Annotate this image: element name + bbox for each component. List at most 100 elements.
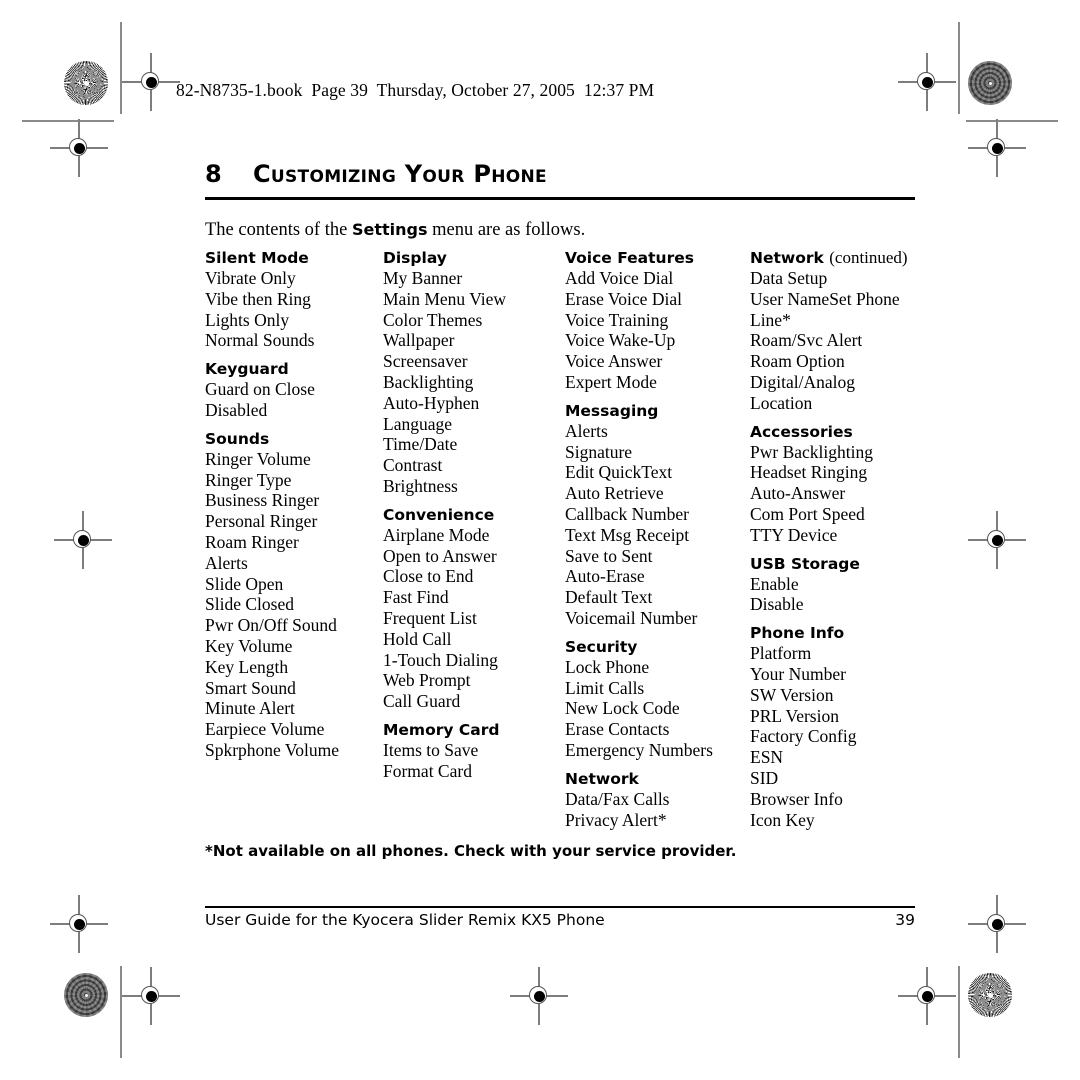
menu-group: Sounds Ringer Volume Ringer Type Business R… bbox=[205, 429, 380, 761]
menu-item: 1-Touch Dialing bbox=[383, 649, 498, 670]
menu-item: Auto Retrieve bbox=[565, 483, 664, 504]
menu-item: Smart Sound bbox=[205, 677, 296, 698]
menu-item: Web Prompt bbox=[383, 670, 471, 691]
menu-item: Data Setup bbox=[750, 268, 828, 288]
menu-item: Enable bbox=[750, 573, 799, 594]
menu-item: Ringer Type bbox=[205, 469, 292, 490]
menu-group-heading: Silent Mode bbox=[205, 249, 309, 267]
menu-group: Memory Card Items to Save Format Card bbox=[383, 720, 563, 782]
menu-item: Pwr On/Off Sound bbox=[205, 615, 337, 636]
menu-item: Privacy Alert* bbox=[565, 809, 667, 830]
menu-item: Factory Config bbox=[750, 726, 857, 747]
menu-group: USB Storage Enable Disable bbox=[750, 554, 935, 616]
menu-item: Your Number bbox=[750, 663, 846, 684]
menu-item: Lights Only bbox=[205, 309, 290, 330]
menu-item: Save to Sent bbox=[565, 545, 653, 566]
menu-group: Security Lock Phone Limit Calls New Lock Co… bbox=[565, 637, 750, 761]
menu-group-heading: Security bbox=[565, 637, 638, 656]
menu-item: TTY Device bbox=[750, 524, 838, 545]
menu-group: Convenience Airplane Mode Open to Answer Cl… bbox=[383, 505, 563, 712]
menu-item: Voice Training bbox=[565, 309, 669, 330]
menu-item: Erase Contacts bbox=[565, 719, 670, 740]
menu-item: Add Voice Dial bbox=[565, 268, 674, 288]
menu-group: Display My Banner Main Menu View Color Them… bbox=[383, 248, 563, 497]
menu-item: New Lock Code bbox=[565, 698, 680, 719]
menu-group: Accessories Pwr Backlighting Headset Ringi… bbox=[750, 422, 935, 546]
menu-item: Airplane Mode bbox=[383, 524, 490, 545]
menu-item: Language bbox=[383, 413, 452, 434]
menu-item: Digital/Analog bbox=[750, 371, 855, 392]
menu-item: Disable bbox=[750, 594, 804, 615]
menu-item: Voice Wake-Up bbox=[565, 330, 676, 351]
menu-item: Wallpaper bbox=[383, 330, 455, 351]
menu-item: Frequent List bbox=[383, 607, 477, 628]
menu-item: Disabled bbox=[205, 399, 268, 420]
menu-item: Line* bbox=[750, 309, 791, 330]
menu-item: Brightness bbox=[383, 475, 458, 496]
menu-item: Expert Mode bbox=[565, 371, 657, 392]
intro-paragraph: The contents of the Settings menu are as… bbox=[205, 220, 585, 241]
menu-group: Phone Info Platform Your Number SW Version P… bbox=[750, 623, 935, 830]
menu-item: Callback Number bbox=[565, 503, 689, 524]
menu-item: Guard on Close bbox=[205, 379, 315, 400]
menu-item: Signature bbox=[565, 441, 633, 462]
menu-item: Contrast bbox=[383, 455, 443, 476]
intro-bold-settings: Settings bbox=[351, 220, 428, 239]
menu-item: Text Msg Receipt bbox=[565, 524, 690, 545]
menu-item: Normal Sounds bbox=[205, 330, 315, 351]
menu-item: Browser Info bbox=[750, 788, 843, 809]
menu-item: Headset Ringing bbox=[750, 462, 868, 483]
chapter-heading: 8 Customizing Your Phone bbox=[205, 160, 915, 188]
menu-item: Com Port Speed bbox=[750, 503, 865, 524]
menu-group-heading-main: Network bbox=[750, 249, 824, 267]
menu-item: Edit QuickText bbox=[565, 462, 673, 483]
chapter-number: 8 bbox=[205, 160, 222, 188]
menu-item: Default Text bbox=[565, 587, 653, 608]
footer-rule bbox=[205, 906, 915, 908]
menu-group-heading: Display bbox=[383, 249, 447, 267]
menu-item: Items to Save bbox=[383, 739, 479, 760]
menu-item: Spkrphone Volume bbox=[205, 739, 340, 760]
menu-item: Location bbox=[750, 392, 813, 413]
menu-item: Key Length bbox=[205, 656, 289, 677]
menu-item: Slide Closed bbox=[205, 594, 294, 615]
menu-item: Minute Alert bbox=[205, 698, 295, 719]
menu-item: Backlighting bbox=[383, 371, 474, 392]
menu-column-3: Voice Features Add Voice Dial Erase Voice … bbox=[565, 248, 750, 830]
menu-item: Auto-Answer bbox=[750, 483, 846, 504]
menu-item: My Banner bbox=[383, 268, 463, 288]
menu-group-heading: USB Storage bbox=[750, 554, 860, 573]
menu-item: Earpiece Volume bbox=[205, 719, 325, 740]
menu-item: Fast Find bbox=[383, 587, 449, 608]
menu-item: Pwr Backlighting bbox=[750, 441, 873, 462]
menu-group-heading: Memory Card bbox=[383, 720, 500, 739]
menu-group-heading: Keyguard bbox=[205, 360, 289, 379]
footer-title: User Guide for the Kyocera Slider Remix … bbox=[205, 911, 605, 929]
menu-item: Vibrate Only bbox=[205, 268, 296, 288]
menu-item: Call Guard bbox=[383, 691, 461, 712]
menu-item: Hold Call bbox=[383, 628, 452, 649]
menu-group: Silent Mode Vibrate Only Vibe then Ring Lig… bbox=[205, 248, 380, 351]
menu-group-heading: Phone Info bbox=[750, 624, 845, 643]
menu-item: Alerts bbox=[565, 420, 608, 441]
title-rule bbox=[205, 197, 915, 200]
intro-after: menu are as follows. bbox=[427, 220, 586, 240]
menu-item: Icon Key bbox=[750, 809, 815, 830]
menu-item: User NameSet Phone bbox=[750, 288, 900, 309]
menu-group: Keyguard Guard on Close Disabled bbox=[205, 359, 380, 421]
print-header-text: 82-N8735-1.book Page 39 Thursday, Octobe… bbox=[176, 80, 655, 100]
menu-item: Key Volume bbox=[205, 635, 293, 656]
menu-item: Screensaver bbox=[383, 351, 468, 372]
menu-item: Data/Fax Calls bbox=[565, 788, 670, 809]
menu-item: Roam Option bbox=[750, 351, 845, 372]
menu-group-heading: Messaging bbox=[565, 401, 659, 420]
footer-page-number: 39 bbox=[895, 911, 915, 929]
menu-item: Lock Phone bbox=[565, 656, 650, 677]
menu-item: Time/Date bbox=[383, 434, 458, 455]
document-page: 82-N8735-1.book Page 39 Thursday, Octobe… bbox=[0, 0, 1080, 1080]
menu-item: Ringer Volume bbox=[205, 448, 311, 469]
menu-item: Color Themes bbox=[383, 309, 483, 330]
menu-column-4: Network (continued) Data Setup User NameSe… bbox=[750, 248, 935, 830]
intro-before: The contents of the bbox=[205, 220, 352, 240]
menu-item: Emergency Numbers bbox=[565, 739, 713, 760]
